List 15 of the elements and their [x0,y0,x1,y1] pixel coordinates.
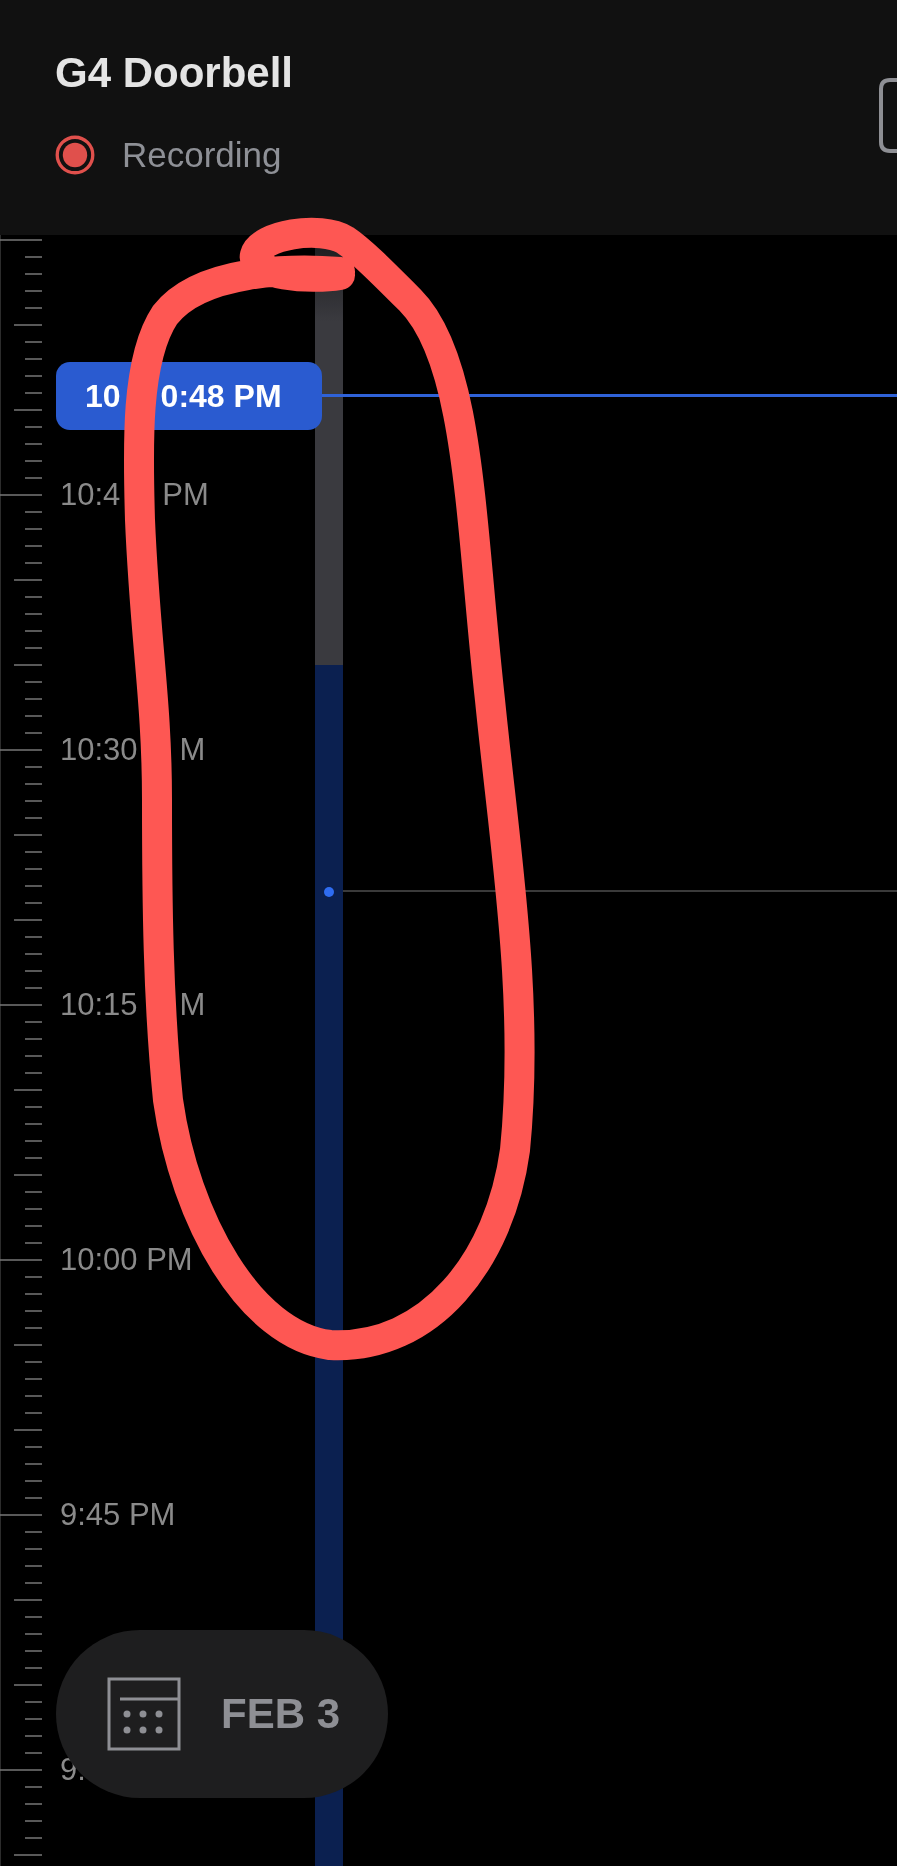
time-label: M [179,986,206,1024]
time-label: 10:30 [60,731,138,769]
status-text: Recording [122,135,282,175]
current-time: 10 [85,377,121,415]
time-label: 10:15 [60,986,138,1024]
time-label: 10:4 [60,476,121,514]
time-label: M [179,731,206,769]
calendar-icon [107,1677,181,1751]
time-label: PM [162,476,209,514]
time-label: 9:45 PM [60,1496,176,1534]
event-marker[interactable] [324,887,334,897]
current-time: 0:48 PM [160,377,282,415]
time-label: 10:00 PM [60,1241,193,1279]
recording-dot-icon [55,135,95,175]
device-title: G4 Doorbell [55,48,295,98]
